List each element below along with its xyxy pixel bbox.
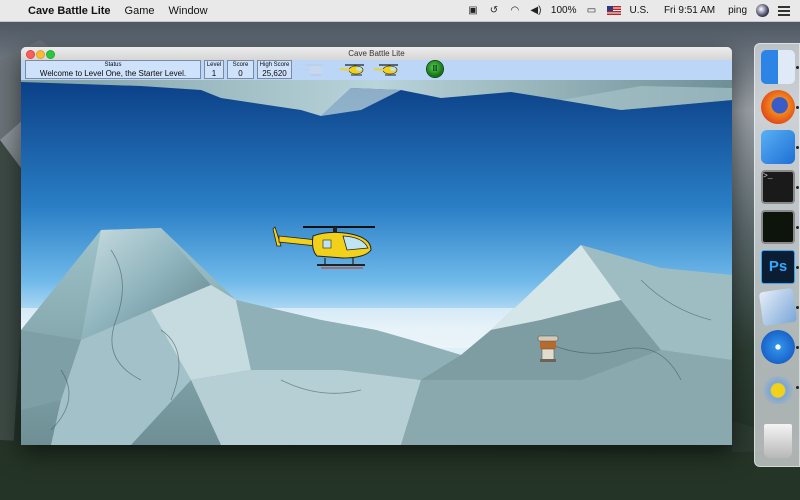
clock[interactable]: Fri 9:51 AM <box>664 5 715 16</box>
camera-icon[interactable]: ▣ <box>467 5 479 16</box>
app-menu[interactable]: Cave Battle Lite <box>28 5 111 17</box>
game-window: Cave Battle Lite Status Welcome to Level… <box>21 47 732 445</box>
game-canvas[interactable] <box>21 80 732 445</box>
battery-percent[interactable]: 100% <box>551 5 577 16</box>
running-indicator <box>796 346 799 349</box>
score-panel: Score 0 <box>227 60 254 79</box>
minimize-button[interactable] <box>36 50 45 59</box>
pause-button[interactable]: II <box>427 61 443 77</box>
status-panel: Status Welcome to Level One, the Starter… <box>25 60 201 79</box>
input-source[interactable]: U.S. <box>630 5 649 16</box>
running-indicator <box>796 226 799 229</box>
level-label: Level <box>206 62 222 68</box>
high-score-value: 25,620 <box>262 69 287 78</box>
wifi-icon[interactable]: ◠ <box>509 5 521 16</box>
activity-monitor-icon[interactable] <box>761 210 795 244</box>
volume-icon[interactable]: ◀) <box>530 5 542 16</box>
menu-game[interactable]: Game <box>125 5 155 17</box>
zoom-button[interactable] <box>46 50 55 59</box>
high-score-panel: High Score 25,620 <box>257 60 292 79</box>
siri-icon[interactable] <box>756 4 769 17</box>
level-value: 1 <box>211 69 217 78</box>
status-message: Welcome to Level One, the Starter Level. <box>39 69 187 78</box>
score-value: 0 <box>238 69 243 78</box>
running-indicator <box>796 186 799 189</box>
notification-center-icon[interactable] <box>778 5 790 16</box>
menu-bar: Cave Battle Lite Game Window ▣ ↺ ◠ ◀) 10… <box>0 0 800 22</box>
status-label: Status <box>104 62 122 68</box>
cave-battle-icon[interactable] <box>761 370 795 404</box>
user-name[interactable]: ping <box>728 5 747 16</box>
running-indicator <box>796 386 799 389</box>
menu-window[interactable]: Window <box>169 5 208 17</box>
running-indicator <box>796 106 799 109</box>
life-helicopter-icon <box>339 64 364 76</box>
life-helicopter-icon-used <box>299 64 323 76</box>
terminal-icon[interactable]: >_ <box>761 170 795 204</box>
running-indicator <box>796 266 799 269</box>
firefox-icon[interactable] <box>761 90 795 124</box>
trash-icon[interactable] <box>764 424 792 458</box>
us-flag-icon[interactable] <box>606 6 621 15</box>
dock: >_ Ps <box>754 43 800 467</box>
running-indicator <box>796 66 799 69</box>
xcode-icon[interactable] <box>761 130 795 164</box>
running-indicator <box>796 146 799 149</box>
high-score-label: High Score <box>259 62 290 68</box>
life-helicopter-icon <box>373 64 398 76</box>
window-titlebar[interactable]: Cave Battle Lite <box>21 47 732 60</box>
rock-face <box>191 370 421 445</box>
close-button[interactable] <box>26 50 35 59</box>
finder-icon[interactable] <box>761 50 795 84</box>
safari-icon[interactable] <box>761 330 795 364</box>
level-panel: Level 1 <box>204 60 224 79</box>
score-label: Score <box>232 62 249 68</box>
preview-icon[interactable] <box>758 287 798 327</box>
running-indicator <box>796 306 799 309</box>
photoshop-icon[interactable]: Ps <box>761 250 795 284</box>
window-title: Cave Battle Lite <box>348 49 405 58</box>
hud-bar: Status Welcome to Level One, the Starter… <box>21 60 732 80</box>
time-machine-icon[interactable]: ↺ <box>488 5 500 16</box>
battery-icon[interactable]: ▭ <box>586 5 598 16</box>
